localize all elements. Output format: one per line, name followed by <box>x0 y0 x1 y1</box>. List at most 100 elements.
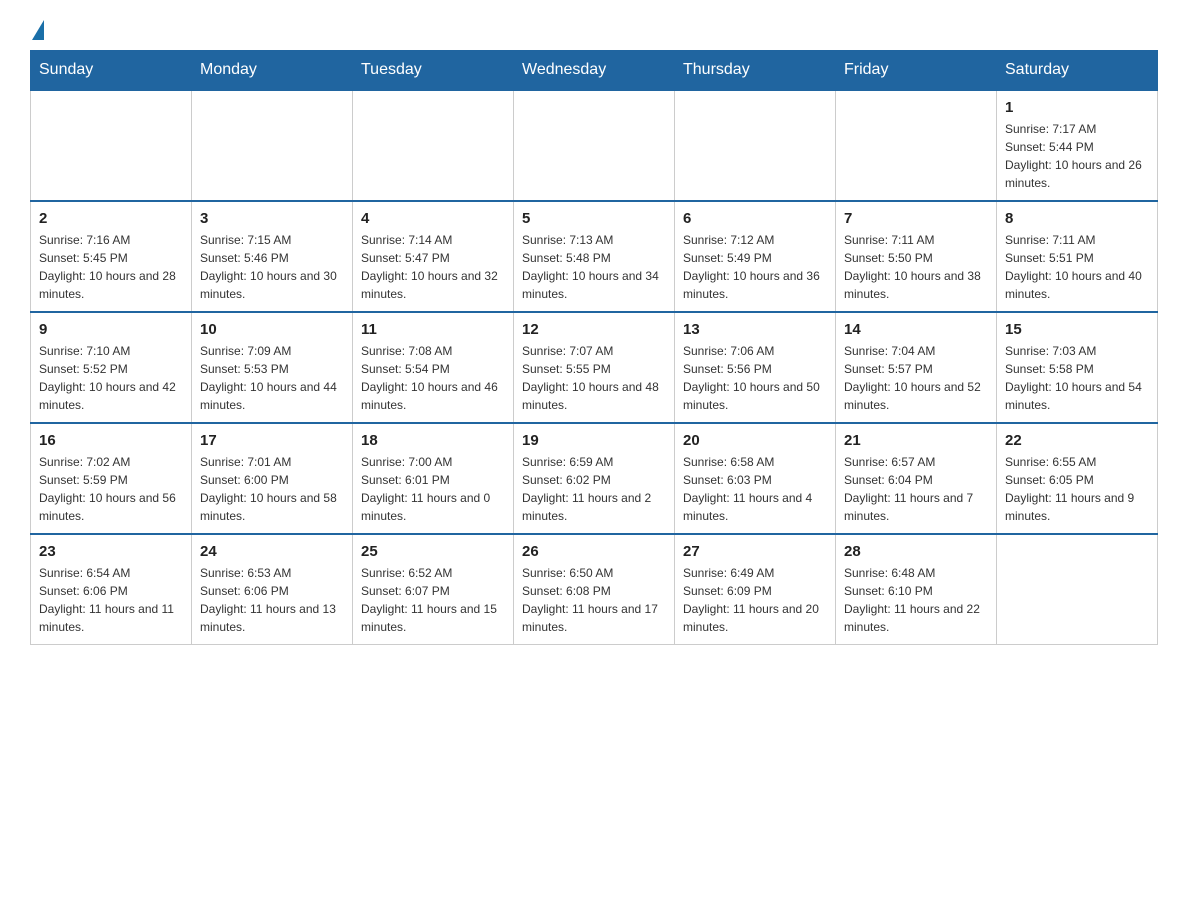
calendar-cell: 1 Sunrise: 7:17 AM Sunset: 5:44 PM Daylig… <box>997 90 1158 201</box>
calendar-cell: 5 Sunrise: 7:13 AM Sunset: 5:48 PM Daylig… <box>514 201 675 312</box>
weekday-header-friday: Friday <box>836 51 997 91</box>
day-number: 15 <box>1005 321 1149 338</box>
day-info: Sunrise: 6:58 AM Sunset: 6:03 PM Dayligh… <box>683 453 827 525</box>
calendar-cell: 21Sunrise: 6:57 AM Sunset: 6:04 PM Dayli… <box>836 423 997 534</box>
calendar-cell: 16 Sunrise: 7:02 AM Sunset: 5:59 PM Dayli… <box>31 423 192 534</box>
day-number: 9 <box>39 321 183 338</box>
day-info: Sunrise: 7:17 AM Sunset: 5:44 PM Dayligh… <box>1005 120 1149 192</box>
calendar-cell <box>514 90 675 201</box>
day-info: Sunrise: 7:08 AM Sunset: 5:54 PM Dayligh… <box>361 342 505 414</box>
calendar-cell: 7 Sunrise: 7:11 AM Sunset: 5:50 PM Daylig… <box>836 201 997 312</box>
day-number: 21 <box>844 432 988 449</box>
day-number: 24 <box>200 543 344 560</box>
day-number: 16 <box>39 432 183 449</box>
day-number: 8 <box>1005 210 1149 227</box>
calendar-cell: 20Sunrise: 6:58 AM Sunset: 6:03 PM Dayli… <box>675 423 836 534</box>
calendar-week-5: 23 Sunrise: 6:54 AM Sunset: 6:06 PM Dayli… <box>31 534 1158 645</box>
day-number: 25 <box>361 543 505 560</box>
day-info: Sunrise: 7:01 AM Sunset: 6:00 PM Dayligh… <box>200 453 344 525</box>
calendar-cell: 8 Sunrise: 7:11 AM Sunset: 5:51 PM Daylig… <box>997 201 1158 312</box>
calendar-week-1: 1 Sunrise: 7:17 AM Sunset: 5:44 PM Daylig… <box>31 90 1158 201</box>
day-number: 28 <box>844 543 988 560</box>
weekday-header-saturday: Saturday <box>997 51 1158 91</box>
day-info: Sunrise: 7:09 AM Sunset: 5:53 PM Dayligh… <box>200 342 344 414</box>
day-number: 13 <box>683 321 827 338</box>
day-number: 26 <box>522 543 666 560</box>
day-info: Sunrise: 7:12 AM Sunset: 5:49 PM Dayligh… <box>683 231 827 303</box>
day-info: Sunrise: 6:48 AM Sunset: 6:10 PM Dayligh… <box>844 564 988 636</box>
day-number: 22 <box>1005 432 1149 449</box>
calendar-week-2: 2 Sunrise: 7:16 AM Sunset: 5:45 PM Daylig… <box>31 201 1158 312</box>
calendar-cell: 24 Sunrise: 6:53 AM Sunset: 6:06 PM Dayli… <box>192 534 353 645</box>
logo-triangle-icon <box>32 20 44 40</box>
day-info: Sunrise: 7:15 AM Sunset: 5:46 PM Dayligh… <box>200 231 344 303</box>
day-info: Sunrise: 7:07 AM Sunset: 5:55 PM Dayligh… <box>522 342 666 414</box>
calendar-cell <box>836 90 997 201</box>
day-number: 2 <box>39 210 183 227</box>
logo <box>30 20 44 40</box>
day-number: 12 <box>522 321 666 338</box>
day-number: 17 <box>200 432 344 449</box>
page-header <box>30 20 1158 40</box>
day-info: Sunrise: 6:54 AM Sunset: 6:06 PM Dayligh… <box>39 564 183 636</box>
calendar-cell: 19Sunrise: 6:59 AM Sunset: 6:02 PM Dayli… <box>514 423 675 534</box>
day-info: Sunrise: 7:14 AM Sunset: 5:47 PM Dayligh… <box>361 231 505 303</box>
calendar-cell: 18Sunrise: 7:00 AM Sunset: 6:01 PM Dayli… <box>353 423 514 534</box>
calendar-cell: 3 Sunrise: 7:15 AM Sunset: 5:46 PM Daylig… <box>192 201 353 312</box>
weekday-header-row: SundayMondayTuesdayWednesdayThursdayFrid… <box>31 51 1158 91</box>
day-info: Sunrise: 7:10 AM Sunset: 5:52 PM Dayligh… <box>39 342 183 414</box>
calendar-cell: 2 Sunrise: 7:16 AM Sunset: 5:45 PM Daylig… <box>31 201 192 312</box>
day-info: Sunrise: 6:55 AM Sunset: 6:05 PM Dayligh… <box>1005 453 1149 525</box>
day-number: 3 <box>200 210 344 227</box>
day-number: 7 <box>844 210 988 227</box>
day-number: 11 <box>361 321 505 338</box>
day-info: Sunrise: 6:52 AM Sunset: 6:07 PM Dayligh… <box>361 564 505 636</box>
calendar-cell: 23 Sunrise: 6:54 AM Sunset: 6:06 PM Dayli… <box>31 534 192 645</box>
calendar-cell: 12 Sunrise: 7:07 AM Sunset: 5:55 PM Dayli… <box>514 312 675 423</box>
calendar-cell: 11 Sunrise: 7:08 AM Sunset: 5:54 PM Dayli… <box>353 312 514 423</box>
calendar-cell <box>675 90 836 201</box>
calendar-cell: 27 Sunrise: 6:49 AM Sunset: 6:09 PM Dayli… <box>675 534 836 645</box>
day-number: 5 <box>522 210 666 227</box>
day-number: 6 <box>683 210 827 227</box>
calendar-cell <box>192 90 353 201</box>
calendar-cell: 26 Sunrise: 6:50 AM Sunset: 6:08 PM Dayli… <box>514 534 675 645</box>
weekday-header-wednesday: Wednesday <box>514 51 675 91</box>
calendar-cell: 6 Sunrise: 7:12 AM Sunset: 5:49 PM Daylig… <box>675 201 836 312</box>
day-info: Sunrise: 7:16 AM Sunset: 5:45 PM Dayligh… <box>39 231 183 303</box>
weekday-header-tuesday: Tuesday <box>353 51 514 91</box>
calendar-cell <box>353 90 514 201</box>
calendar-cell: 9 Sunrise: 7:10 AM Sunset: 5:52 PM Daylig… <box>31 312 192 423</box>
day-number: 1 <box>1005 99 1149 116</box>
weekday-header-thursday: Thursday <box>675 51 836 91</box>
day-info: Sunrise: 7:04 AM Sunset: 5:57 PM Dayligh… <box>844 342 988 414</box>
day-info: Sunrise: 7:13 AM Sunset: 5:48 PM Dayligh… <box>522 231 666 303</box>
day-number: 10 <box>200 321 344 338</box>
day-number: 27 <box>683 543 827 560</box>
calendar-cell: 4 Sunrise: 7:14 AM Sunset: 5:47 PM Daylig… <box>353 201 514 312</box>
calendar-cell: 15 Sunrise: 7:03 AM Sunset: 5:58 PM Dayli… <box>997 312 1158 423</box>
day-info: Sunrise: 7:06 AM Sunset: 5:56 PM Dayligh… <box>683 342 827 414</box>
day-info: Sunrise: 6:53 AM Sunset: 6:06 PM Dayligh… <box>200 564 344 636</box>
day-number: 23 <box>39 543 183 560</box>
calendar-cell: 22 Sunrise: 6:55 AM Sunset: 6:05 PM Dayli… <box>997 423 1158 534</box>
day-info: Sunrise: 6:50 AM Sunset: 6:08 PM Dayligh… <box>522 564 666 636</box>
day-info: Sunrise: 7:03 AM Sunset: 5:58 PM Dayligh… <box>1005 342 1149 414</box>
weekday-header-sunday: Sunday <box>31 51 192 91</box>
day-info: Sunrise: 7:11 AM Sunset: 5:51 PM Dayligh… <box>1005 231 1149 303</box>
calendar-cell: 13 Sunrise: 7:06 AM Sunset: 5:56 PM Dayli… <box>675 312 836 423</box>
day-info: Sunrise: 6:59 AM Sunset: 6:02 PM Dayligh… <box>522 453 666 525</box>
day-info: Sunrise: 7:11 AM Sunset: 5:50 PM Dayligh… <box>844 231 988 303</box>
calendar-cell: 17 Sunrise: 7:01 AM Sunset: 6:00 PM Dayli… <box>192 423 353 534</box>
day-info: Sunrise: 7:00 AM Sunset: 6:01 PM Dayligh… <box>361 453 505 525</box>
day-number: 14 <box>844 321 988 338</box>
day-number: 4 <box>361 210 505 227</box>
calendar-cell <box>997 534 1158 645</box>
calendar-week-4: 16 Sunrise: 7:02 AM Sunset: 5:59 PM Dayli… <box>31 423 1158 534</box>
calendar-table: SundayMondayTuesdayWednesdayThursdayFrid… <box>30 50 1158 645</box>
day-info: Sunrise: 7:02 AM Sunset: 5:59 PM Dayligh… <box>39 453 183 525</box>
calendar-cell: 10 Sunrise: 7:09 AM Sunset: 5:53 PM Dayli… <box>192 312 353 423</box>
day-info: Sunrise: 6:49 AM Sunset: 6:09 PM Dayligh… <box>683 564 827 636</box>
calendar-cell: 28 Sunrise: 6:48 AM Sunset: 6:10 PM Dayli… <box>836 534 997 645</box>
calendar-cell: 25 Sunrise: 6:52 AM Sunset: 6:07 PM Dayli… <box>353 534 514 645</box>
